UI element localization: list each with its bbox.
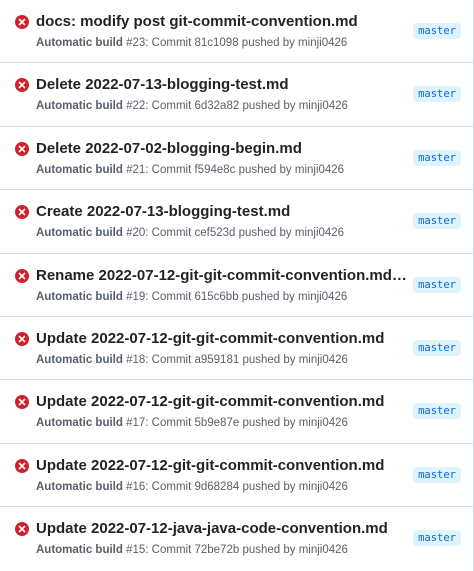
failed-x-circle-icon [15, 458, 29, 473]
branch-badge[interactable]: master [413, 530, 461, 547]
workflow-run-title[interactable]: Update 2022-07-12-git-git-commit-convent… [36, 329, 408, 349]
failed-x-circle-icon [15, 268, 29, 283]
build-kind: Automatic build [36, 417, 123, 430]
build-detail: #17: Commit 5b9e87e pushed by minji0426 [126, 417, 348, 430]
workflow-run-title[interactable]: Delete 2022-07-02-blogging-begin.md [36, 139, 408, 159]
branch-badge[interactable]: master [413, 86, 461, 103]
build-kind: Automatic build [36, 544, 123, 557]
workflow-run-title[interactable]: Update 2022-07-12-java-java-code-convent… [36, 519, 408, 539]
build-detail: #15: Commit 72be72b pushed by minji0426 [126, 544, 348, 557]
workflow-run-row[interactable]: docs: modify post git-commit-convention.… [0, 0, 473, 64]
workflow-run-row[interactable]: Create 2022-07-13-blogging-test.md Autom… [0, 190, 473, 254]
workflow-runs-list: docs: modify post git-commit-convention.… [0, 0, 474, 571]
build-kind: Automatic build [36, 227, 123, 240]
workflow-run-row[interactable]: Update 2022-07-12-git-git-commit-convent… [0, 316, 473, 381]
workflow-run-title[interactable]: docs: modify post git-commit-convention.… [36, 12, 408, 32]
failed-x-circle-icon [15, 331, 29, 346]
workflow-run-row[interactable]: Update 2022-07-12-git-git-commit-convent… [0, 380, 473, 444]
build-detail: #23: Commit 81c1098 pushed by minji0426 [126, 37, 348, 49]
workflow-run-row[interactable]: Update 2022-07-12-java-java-code-convent… [0, 507, 473, 571]
build-kind: Automatic build [36, 163, 123, 176]
workflow-run-meta: Automatic build #23: Commit 81c1098 push… [36, 36, 347, 51]
failed-x-circle-icon [15, 522, 29, 537]
workflow-run-title[interactable]: Create 2022-07-13-blogging-test.md [36, 202, 408, 222]
build-kind: Automatic build [36, 480, 123, 493]
workflow-run-meta: Automatic build #21: Commit f594e8c push… [36, 163, 344, 178]
failed-x-circle-icon [15, 205, 29, 220]
workflow-run-title[interactable]: Update 2022-07-12-git-git-commit-convent… [36, 456, 408, 476]
build-detail: #20: Commit cef523d pushed by minji0426 [126, 227, 345, 240]
failed-x-circle-icon [15, 141, 29, 156]
build-detail: #21: Commit f594e8c pushed by minji0426 [126, 163, 345, 176]
failed-x-circle-icon [15, 78, 29, 93]
branch-badge[interactable]: master [413, 213, 461, 230]
workflow-run-row[interactable]: Delete 2022-07-02-blogging-begin.md Auto… [0, 126, 473, 191]
build-detail: #19: Commit 615c6bb pushed by minji0426 [126, 290, 348, 303]
build-kind: Automatic build [36, 290, 123, 303]
workflow-run-title[interactable]: Update 2022-07-12-git-git-commit-convent… [36, 392, 408, 412]
branch-badge[interactable]: master [413, 403, 461, 420]
branch-badge[interactable]: master [413, 23, 461, 39]
workflow-run-meta: Automatic build #19: Commit 615c6bb push… [36, 290, 347, 305]
branch-badge[interactable]: master [413, 276, 461, 293]
workflow-run-meta: Automatic build #22: Commit 6d32a82 push… [36, 99, 348, 114]
workflow-run-title[interactable]: Rename 2022-07-12-git-git-commit-convent… [36, 266, 408, 286]
failed-x-circle-icon [15, 15, 29, 29]
workflow-run-row[interactable]: Delete 2022-07-13-blogging-test.md Autom… [0, 63, 473, 127]
build-detail: #18: Commit a959181 pushed by minji0426 [126, 353, 348, 366]
branch-badge[interactable]: master [413, 339, 461, 356]
build-kind: Automatic build [36, 37, 123, 49]
build-kind: Automatic build [36, 100, 123, 113]
workflow-run-meta: Automatic build #16: Commit 9d68284 push… [36, 480, 348, 495]
workflow-run-title[interactable]: Delete 2022-07-13-blogging-test.md [36, 75, 408, 95]
workflow-run-meta: Automatic build #15: Commit 72be72b push… [36, 543, 348, 558]
workflow-run-row[interactable]: Rename 2022-07-12-git-git-commit-convent… [0, 253, 473, 317]
workflow-run-meta: Automatic build #17: Commit 5b9e87e push… [36, 416, 348, 431]
branch-badge[interactable]: master [413, 149, 461, 166]
failed-x-circle-icon [15, 395, 29, 410]
workflow-run-meta: Automatic build #20: Commit cef523d push… [36, 226, 344, 241]
workflow-run-row[interactable]: Update 2022-07-12-git-git-commit-convent… [0, 443, 473, 508]
build-kind: Automatic build [36, 353, 123, 366]
workflow-run-meta: Automatic build #18: Commit a959181 push… [36, 353, 348, 368]
build-detail: #22: Commit 6d32a82 pushed by minji0426 [126, 100, 348, 113]
build-detail: #16: Commit 9d68284 pushed by minji0426 [126, 480, 348, 493]
branch-badge[interactable]: master [413, 466, 461, 483]
